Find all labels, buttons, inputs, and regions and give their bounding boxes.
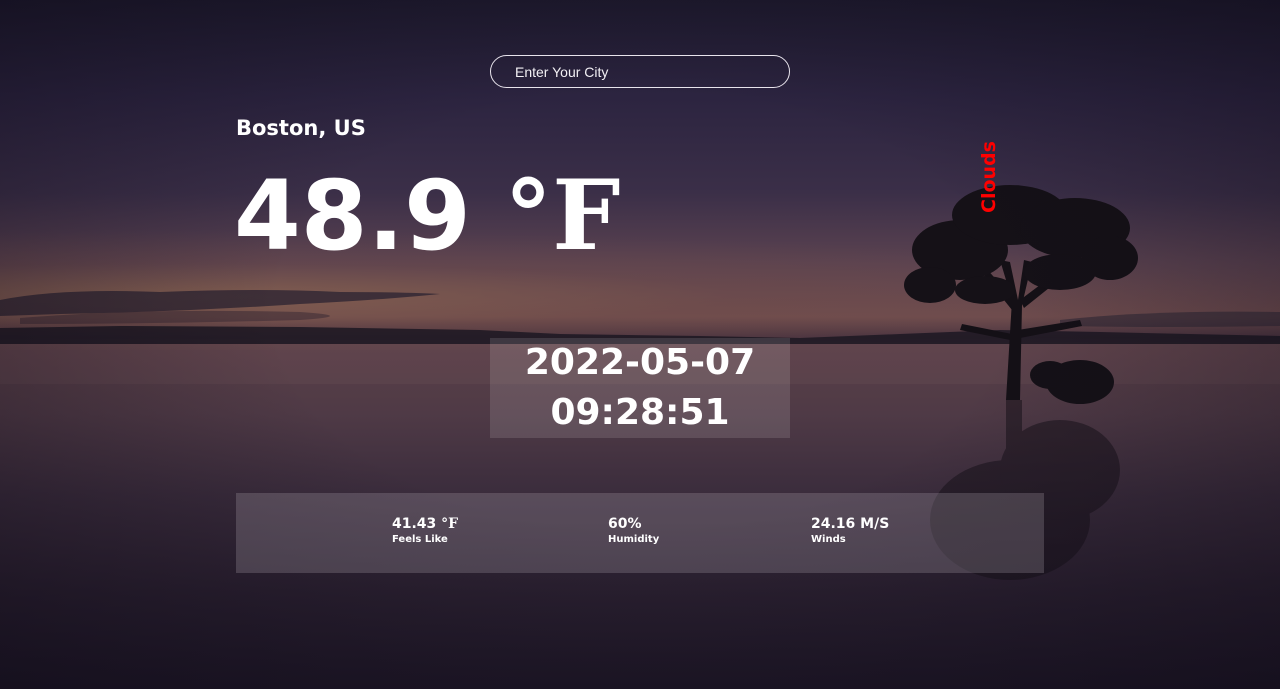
- datetime-panel: 2022-05-07 09:28:51: [490, 338, 790, 438]
- winds-stat: 24.16 M/S Winds: [811, 515, 889, 547]
- feels-like-label: Feels Like: [392, 534, 448, 545]
- winds-label: Winds: [811, 534, 846, 545]
- current-time: 09:28:51: [550, 392, 730, 433]
- weather-details-panel: 41.43 °F Feels Like 60% Humidity 24.16 M…: [236, 493, 1044, 573]
- humidity-value: 60%: [608, 516, 642, 532]
- winds-value: 24.16 M/S: [811, 516, 890, 532]
- temperature-unit: °F: [504, 159, 621, 272]
- humidity-label: Humidity: [608, 534, 660, 545]
- feels-like-value: 41.43 °F: [392, 516, 459, 532]
- current-temperature: 48.9 °F: [234, 159, 621, 273]
- weather-condition: Clouds: [978, 141, 1000, 213]
- feels-like-stat: 41.43 °F Feels Like: [392, 515, 458, 547]
- city-name: Boston, US: [236, 116, 366, 140]
- humidity-stat: 60% Humidity: [608, 515, 659, 547]
- temperature-value: 48.9: [234, 160, 471, 272]
- city-search-input[interactable]: [490, 55, 790, 88]
- current-date: 2022-05-07: [524, 342, 756, 383]
